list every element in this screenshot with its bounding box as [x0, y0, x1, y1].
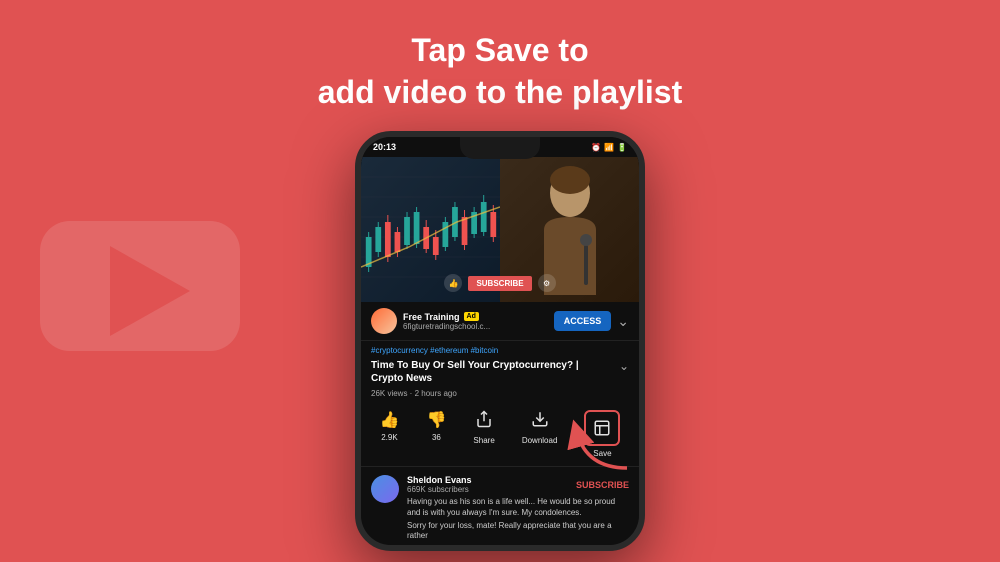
video-subscribe-bar: 👍 SUBSCRIBE ⚙ [361, 274, 639, 292]
like-button[interactable]: 👍 2.9K [380, 410, 400, 458]
action-buttons-row: 👍 2.9K 👎 36 [361, 404, 639, 467]
battery-icon: 🔋 [617, 143, 627, 152]
share-label: Share [473, 436, 494, 445]
phone-frame: 20:13 ⏰ 📶 🔋 [355, 131, 645, 551]
status-icons: ⏰ 📶 🔋 [591, 143, 627, 152]
video-like-icon: 👍 [444, 274, 462, 292]
access-button[interactable]: ACCESS [554, 311, 612, 331]
comment-row: Sheldon Evans 669K subscribers SUBSCRIBE… [361, 467, 639, 545]
download-label: Download [522, 436, 558, 445]
status-time: 20:13 [373, 142, 396, 152]
ad-title: Free Training [403, 312, 460, 322]
commenter-subs: 669K subscribers [407, 485, 472, 494]
ad-bar: Free Training Ad 6figturetradingschool.c… [361, 302, 639, 341]
video-player[interactable]: 👍 SUBSCRIBE ⚙ [361, 157, 639, 302]
like-icon: 👍 [380, 410, 400, 430]
video-title: Time To Buy Or Sell Your Cryptocurrency?… [371, 359, 613, 385]
video-subscribe-button[interactable]: SUBSCRIBE [468, 276, 531, 291]
ad-channel: 6figturetradingschool.c... [403, 322, 548, 331]
dislike-icon: 👎 [426, 410, 446, 430]
alarm-icon: ⏰ [591, 143, 601, 152]
expand-ad-icon[interactable]: ⌄ [617, 313, 629, 330]
commenter-name: Sheldon Evans [407, 475, 472, 485]
video-settings-icon: ⚙ [538, 274, 556, 292]
commenter-info: Sheldon Evans 669K subscribers SUBSCRIBE… [407, 475, 629, 542]
header-line1: Tap Save to [411, 32, 588, 68]
save-icon-wrapper [584, 410, 620, 446]
expand-title-icon[interactable]: ⌄ [619, 359, 629, 373]
phone-screen: 20:13 ⏰ 📶 🔋 [361, 137, 639, 545]
phone-mockup: 20:13 ⏰ 📶 🔋 [355, 131, 645, 551]
download-button[interactable]: Download [522, 410, 558, 458]
save-label: Save [593, 449, 611, 458]
share-button[interactable]: Share [473, 410, 494, 458]
phone-notch [460, 137, 540, 159]
subscribe-channel-button[interactable]: SUBSCRIBE [576, 480, 629, 490]
ad-badge: Ad [464, 312, 479, 321]
dislike-count: 36 [432, 433, 441, 442]
ad-avatar [371, 308, 397, 334]
commenter-avatar [371, 475, 399, 503]
dislike-button[interactable]: 👎 36 [426, 410, 446, 458]
download-icon [531, 410, 549, 433]
commenter-text: Having you as his son is a life well... … [407, 497, 629, 518]
video-meta: 26K views · 2 hours ago [361, 387, 639, 404]
share-icon [475, 410, 493, 433]
ad-info: Free Training Ad 6figturetradingschool.c… [403, 312, 548, 331]
yt-watermark-bg [30, 191, 250, 371]
like-count: 2.9K [381, 433, 397, 442]
header-section: Tap Save to add video to the playlist [318, 30, 683, 113]
commenter-text2: Sorry for your loss, mate! Really apprec… [407, 521, 629, 542]
signal-icon: 📶 [604, 143, 614, 152]
video-title-row: Time To Buy Or Sell Your Cryptocurrency?… [361, 357, 639, 387]
header-line2: add video to the playlist [318, 74, 683, 110]
save-button[interactable]: Save [584, 410, 620, 458]
hashtags: #cryptocurrency #ethereum #bitcoin [361, 341, 639, 357]
